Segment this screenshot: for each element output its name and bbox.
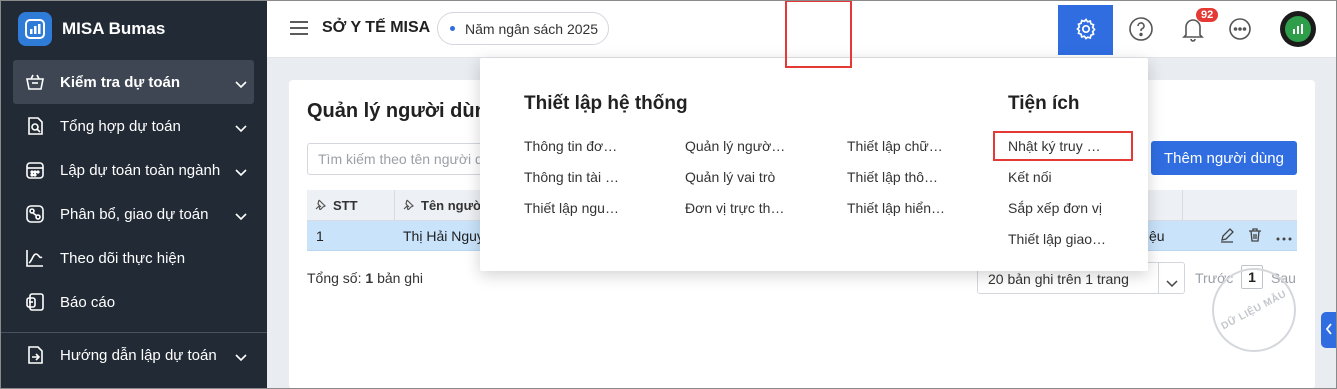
sidebar-item-kiem-tra-du-toan[interactable]: Kiểm tra dự toán [13,60,254,104]
pin-icon[interactable] [403,198,415,213]
sidebar-item-label: Phân bổ, giao dự toán [60,205,209,223]
sidebar-item-phan-bo-giao-du-toan[interactable]: Phân bổ, giao dự toán [0,192,267,236]
pin-icon[interactable] [315,198,327,213]
menu-item-sap-xep-don-vi[interactable]: Sắp xếp đơn vị [1008,200,1102,216]
page-size-value: 20 bản ghi trên 1 trang [988,271,1129,287]
menu-item-ket-noi[interactable]: Kết nối [1008,169,1052,185]
more-options-icon[interactable] [1227,16,1253,42]
calendar-grid-icon [22,157,48,183]
settings-dropdown-menu: Thiết lập hệ thống Tiện ích Thông tin đơ… [480,58,1148,271]
chevron-left-icon [1325,322,1333,338]
menu-item-thiet-lap-chu-ky[interactable]: Thiết lập chữ… [847,138,943,154]
select-divider [1158,263,1159,293]
menu-item-quan-ly-nguoi-dung[interactable]: Quản lý ngườ… [685,138,785,154]
sidebar: MISA Bumas Kiểm tra dự toán Tổng hợp dự … [0,0,267,389]
app-name: MISA Bumas [62,19,166,38]
sidebar-item-lap-du-toan-toan-nganh[interactable]: Lập dự toán toàn ngành [0,148,267,192]
side-panel-toggle[interactable] [1321,312,1337,348]
guide-icon [22,342,48,368]
total-records: Tổng số: 1 bản ghi [307,270,423,286]
page-title: Quản lý người dùng [307,100,500,122]
add-user-button[interactable]: Thêm người dùng [1151,141,1297,175]
organization-name[interactable]: SỞ Y TẾ MISA [322,19,430,37]
sidebar-item-label: Lập dự toán toàn ngành [60,161,221,179]
access-log-highlight-box [993,131,1133,161]
chevron-down-icon [235,208,247,225]
settings-highlight-box [785,0,852,68]
menu-item-thiet-lap-giao-dien[interactable]: Thiết lập giao… [1008,231,1106,247]
utilities-heading: Tiện ích [1008,93,1080,114]
line-chart-icon [22,245,48,271]
sidebar-item-label: Theo dõi thực hiện [60,249,186,267]
sidebar-nav: Kiểm tra dự toán Tổng hợp dự toán Lập dự… [0,60,267,377]
column-divider [1182,190,1183,221]
sidebar-item-tong-hop-du-toan[interactable]: Tổng hợp dự toán [0,104,267,148]
user-avatar[interactable] [1280,11,1316,47]
sidebar-item-label: Hướng dẫn lập dự toán [60,346,217,364]
hamburger-menu-icon[interactable] [289,19,309,40]
row-more-icon[interactable] [1275,229,1293,245]
chevron-down-icon [235,164,247,181]
sidebar-item-label: Tổng hợp dự toán [60,117,181,135]
help-icon[interactable] [1128,16,1154,42]
status-dot-icon [450,26,455,31]
settings-button[interactable] [1058,5,1113,55]
column-header-label: STT [333,198,358,213]
chevron-down-icon [235,76,247,93]
avatar-logo-icon [1285,16,1311,42]
column-header-stt[interactable]: STT [315,190,358,221]
basket-icon [22,69,48,95]
sidebar-item-bao-cao[interactable]: Báo cáo [0,280,267,324]
menu-item-quan-ly-vai-tro[interactable]: Quản lý vai trò [685,169,775,185]
menu-item-thiet-lap-nguon[interactable]: Thiết lập ngu… [524,200,619,216]
menu-item-don-vi-truc-thuoc[interactable]: Đơn vị trực th… [685,200,784,216]
sidebar-item-theo-doi-thuc-hien[interactable]: Theo dõi thực hiện [0,236,267,280]
stamp-text: DỮ LIỆU MẪU [1219,288,1289,332]
brand[interactable]: MISA Bumas [18,12,165,46]
system-settings-heading: Thiết lập hệ thống [524,93,688,114]
cell-role: ệu [1149,228,1165,244]
budget-year-label: Năm ngân sách 2025 [465,20,599,37]
sidebar-item-label: Kiểm tra dự toán [60,73,181,91]
cell-stt: 1 [316,228,324,244]
gear-icon [1074,17,1098,44]
trash-icon[interactable] [1247,227,1263,246]
total-count: 1 [365,270,374,286]
sidebar-item-huong-dan-lap-du-toan[interactable]: Hướng dẫn lập dự toán [0,333,267,377]
report-icon [22,289,48,315]
column-divider [394,190,395,221]
sidebar-item-label: Báo cáo [60,293,116,311]
edit-icon[interactable] [1219,227,1235,246]
row-actions [1219,227,1293,246]
misa-logo-icon [18,12,52,46]
menu-item-thiet-lap-thong-bao[interactable]: Thiết lập thô… [847,169,938,185]
menu-item-thong-tin-don-vi[interactable]: Thông tin đơ… [524,138,617,154]
total-label: Tổng số: [307,270,362,286]
menu-item-thiet-lap-hien-thi[interactable]: Thiết lập hiển… [847,200,945,216]
chevron-down-icon [235,349,247,366]
menu-item-thong-tin-tai-khoan[interactable]: Thông tin tài … [524,169,619,185]
budget-year-selector[interactable]: Năm ngân sách 2025 [437,12,610,45]
distribute-icon [22,201,48,227]
notification-badge: 92 [1196,8,1219,22]
total-suffix: bản ghi [377,270,423,286]
sample-data-stamp: DỮ LIỆU MẪU [1212,268,1296,352]
chevron-down-icon [235,120,247,137]
document-search-icon [22,113,48,139]
chevron-down-icon [1166,275,1178,291]
